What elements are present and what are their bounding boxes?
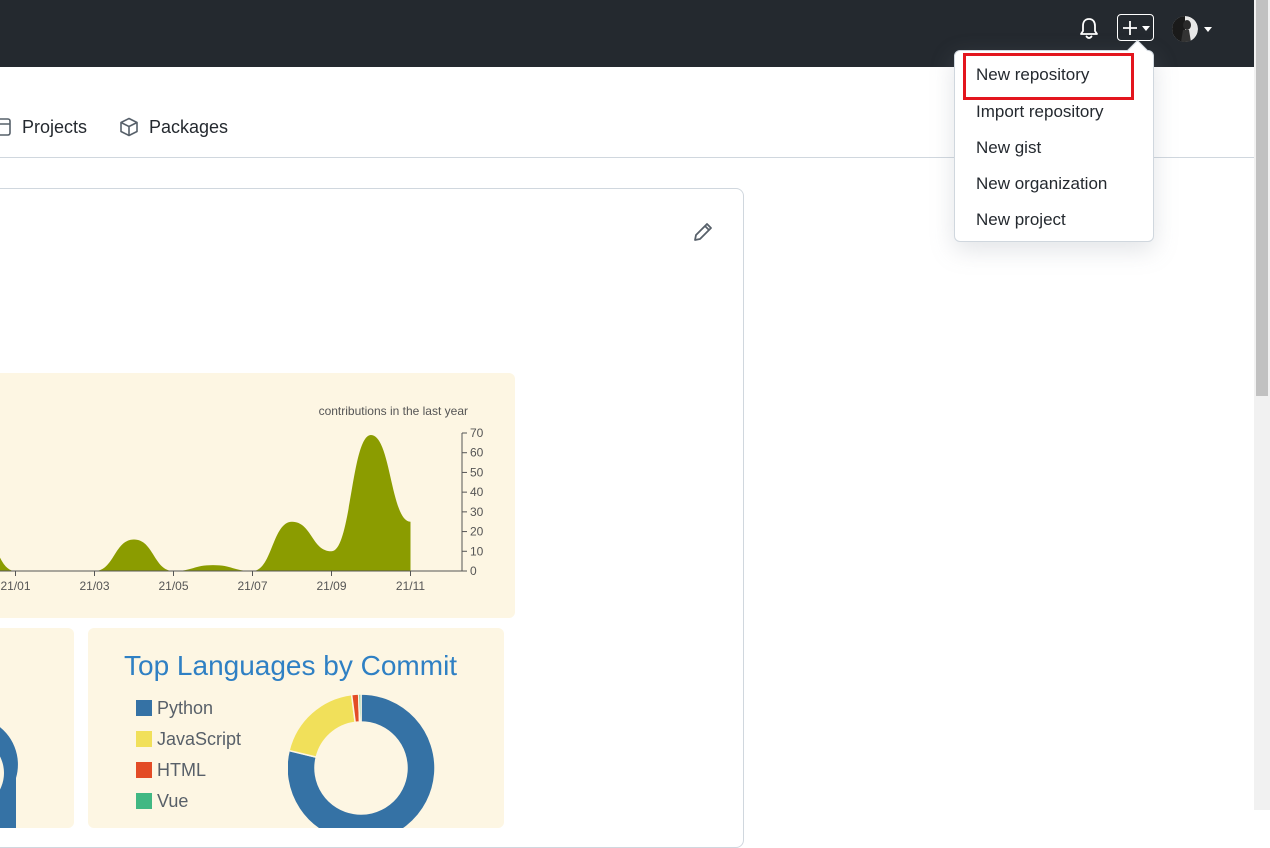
legend-item-python: Python [136,697,213,719]
plus-icon [1123,21,1137,35]
top-languages-card: Top Languages by Commit Python JavaScrip… [88,628,504,828]
legend-swatch [136,731,152,747]
legend-label: JavaScript [157,728,242,749]
contributions-chart: contributions in the last year 0 10 20 30 40… [0,373,515,618]
y-tick-label: 70 [470,426,484,440]
legend-item-javascript: JavaScript [136,728,241,750]
x-tick-label: 21/03 [79,579,109,593]
menu-item-new-gist[interactable]: New gist [976,138,1041,158]
tab-projects-label: Projects [22,116,88,137]
legend-swatch [136,793,152,809]
x-tick-label: 21/11 [396,579,425,593]
y-tick-label: 0 [470,564,477,578]
y-tick-label: 40 [470,485,484,499]
chevron-down-icon [1204,27,1212,32]
y-tick-label: 10 [470,544,484,558]
highlight-box [963,53,1134,100]
x-tick-label: 21/07 [237,579,267,593]
y-tick-label: 50 [470,465,484,479]
scrollbar-thumb[interactable] [1256,0,1268,396]
bell-icon[interactable] [1077,16,1101,42]
pencil-icon[interactable] [692,221,714,243]
languages-donut-chart [288,694,436,828]
create-new-button[interactable] [1117,14,1154,41]
donut-slice-javascript [288,694,357,759]
y-tick-label: 60 [470,446,484,460]
y-tick-label: 30 [470,505,484,519]
tab-packages[interactable]: Packages [119,114,228,140]
legend-swatch [136,700,152,716]
legend-label: Python [157,697,214,718]
menu-item-new-project[interactable]: New project [976,210,1066,230]
legend-swatch [136,762,152,778]
legend-label: HTML [157,759,206,780]
x-tick-label: 21/05 [158,579,188,593]
contributions-area [0,434,411,571]
package-icon [120,117,138,137]
y-tick-label: 20 [470,525,484,539]
menu-item-new-organization[interactable]: New organization [976,174,1107,194]
user-menu-button[interactable] [1172,15,1216,43]
x-tick-label: 21/09 [316,579,346,593]
donut-slice-vue [357,694,362,723]
legend-label: Vue [157,790,189,811]
project-icon [0,118,11,136]
legend-item-vue: Vue [136,790,188,812]
stats-card-partial [0,628,74,828]
avatar [1172,16,1198,42]
tab-projects[interactable]: Projects [0,114,87,140]
contributions-chart-svg: contributions in the last year 0 10 20 30 40… [0,404,484,593]
top-languages-title: Top Languages by Commit [124,650,458,681]
partial-donut [0,727,18,828]
legend-item-html: HTML [136,759,206,781]
tab-packages-label: Packages [149,116,229,137]
chart-title: contributions in the last year [319,404,468,418]
chevron-down-icon [1142,26,1150,31]
menu-item-import-repository[interactable]: Import repository [976,102,1104,122]
x-tick-label: 21/01 [0,579,30,593]
